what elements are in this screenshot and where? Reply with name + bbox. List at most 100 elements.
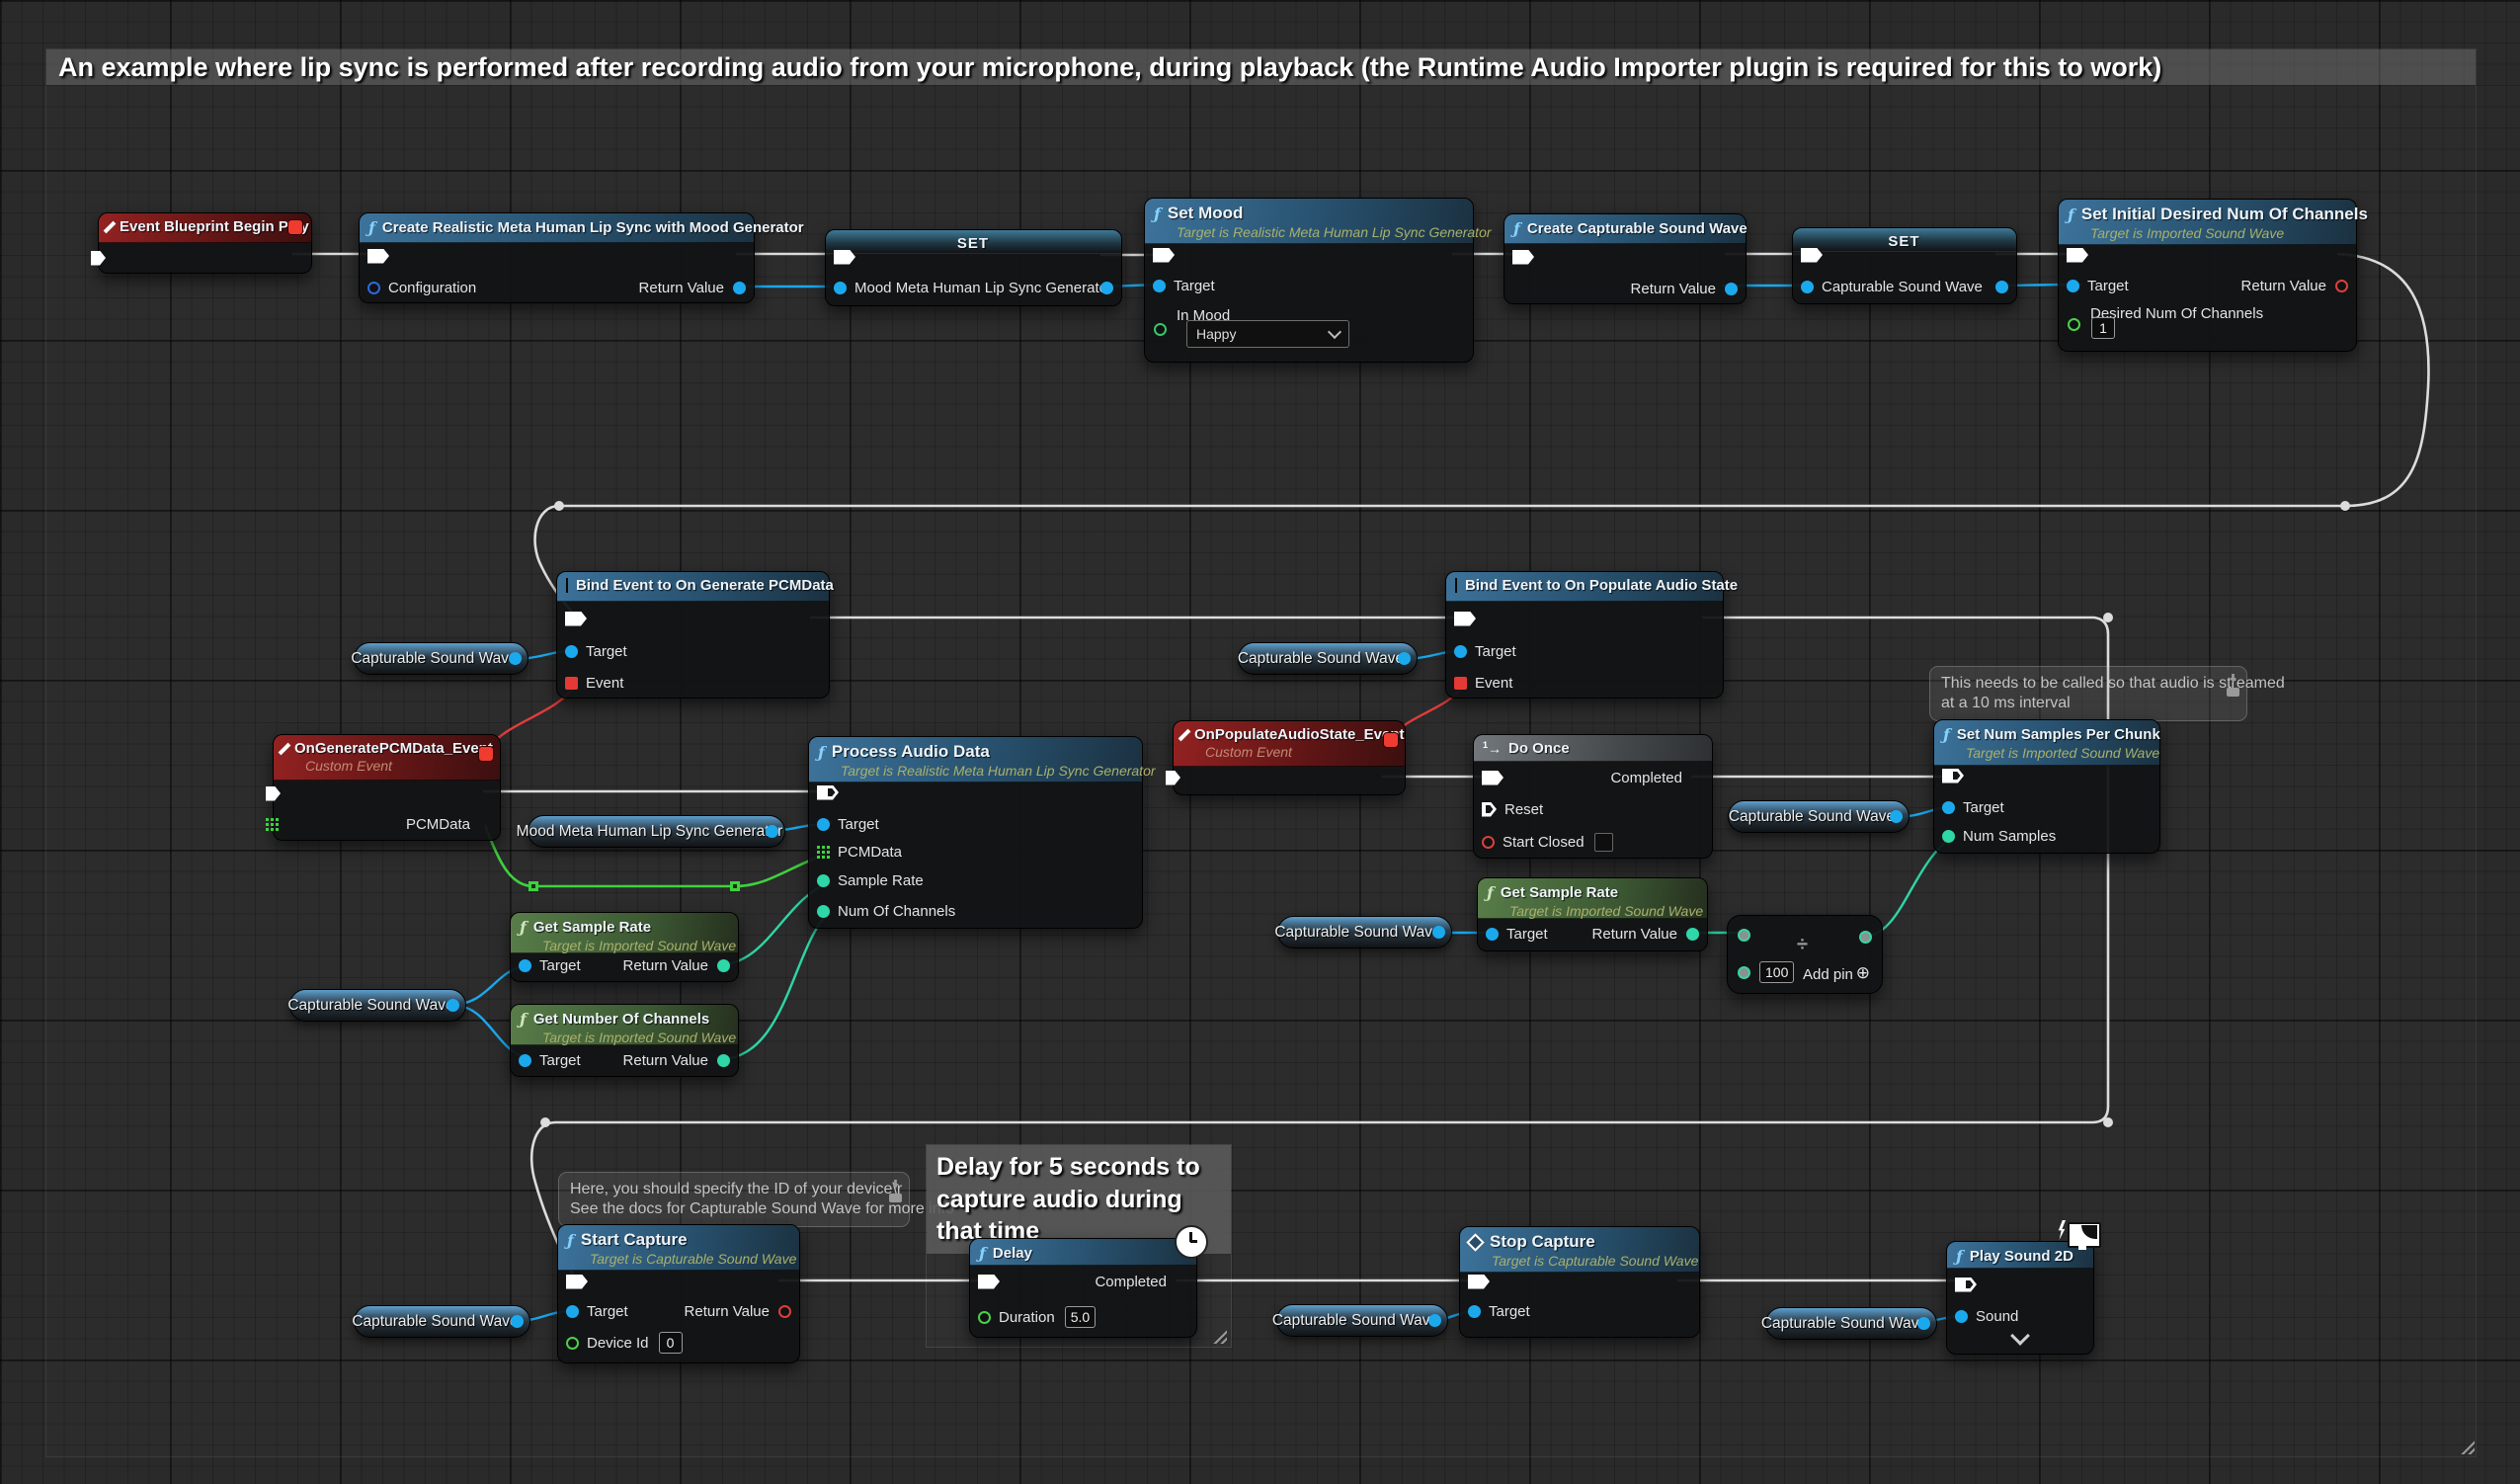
target-pin[interactable] — [1942, 801, 1955, 814]
node-set-mood-generator[interactable]: SET Mood Meta Human Lip Sync Generator — [825, 229, 1122, 306]
exec-out-pin[interactable] — [1808, 248, 1823, 263]
exec-out-pin[interactable] — [572, 612, 587, 626]
pill-capturable-sound-wave[interactable]: Capturable Sound Wave — [1765, 1307, 1937, 1340]
return-value-pin[interactable] — [717, 1054, 730, 1067]
exec-out-pin[interactable] — [824, 785, 839, 800]
exec-out-pin[interactable] — [1475, 1275, 1490, 1289]
exec-out-pin[interactable] — [266, 786, 281, 801]
speech-bubble-icon[interactable] — [889, 1194, 902, 1202]
pcmdata-array-pin[interactable] — [817, 846, 830, 859]
exec-out-pin[interactable] — [1166, 771, 1180, 785]
variable-out-pin[interactable] — [447, 999, 459, 1012]
return-value-pin[interactable] — [733, 282, 746, 294]
pill-capturable-sound-wave[interactable]: Capturable Sound Wave — [289, 989, 466, 1022]
pin-icon[interactable] — [2229, 674, 2237, 683]
exec-out-pin[interactable] — [1962, 1278, 1977, 1292]
pill-capturable-sound-wave[interactable]: Capturable Sound Wave — [1728, 800, 1910, 833]
variable-out-pin[interactable] — [1428, 1314, 1441, 1327]
pill-capturable-sound-wave[interactable]: Capturable Sound Wave — [354, 1305, 530, 1338]
pill-capturable-sound-wave[interactable]: Capturable Sound Wave — [354, 642, 528, 675]
node-do-once[interactable]: 1→ Do Once Completed Reset Start Closed — [1473, 734, 1713, 859]
exec-out-pin[interactable] — [1160, 248, 1175, 263]
num-samples-pin[interactable] — [1942, 830, 1955, 843]
node-set-capturable-sound-wave[interactable]: SET Capturable Sound Wave — [1792, 227, 2017, 304]
target-pin[interactable] — [817, 818, 830, 831]
reset-exec-pin[interactable] — [1482, 802, 1497, 817]
sample-rate-pin[interactable] — [817, 874, 830, 887]
target-pin[interactable] — [566, 1305, 579, 1318]
pill-capturable-sound-wave[interactable]: Capturable Sound Wave — [1277, 916, 1452, 948]
start-closed-checkbox[interactable] — [1594, 833, 1613, 852]
exec-out-pin[interactable] — [1461, 612, 1476, 626]
node-delay[interactable]: ƒ Delay Completed Duration 5.0 — [969, 1238, 1197, 1338]
node-set-initial-desired-num-channels[interactable]: ƒ Set Initial Desired Num Of Channels Ta… — [2058, 199, 2357, 352]
duration-pin[interactable] — [978, 1311, 991, 1324]
debug-square-icon[interactable] — [288, 220, 302, 234]
exec-out-pin[interactable] — [841, 250, 855, 265]
node-play-sound-2d[interactable]: ƒ Play Sound 2D Sound — [1946, 1241, 2094, 1355]
variable-in-pin[interactable] — [834, 282, 847, 294]
divide-input-a-pin[interactable] — [1738, 929, 1750, 942]
in-mood-enum-pin[interactable] — [1154, 323, 1167, 336]
variable-out-pin[interactable] — [1917, 1317, 1930, 1330]
return-value-pin[interactable] — [1686, 928, 1699, 941]
sound-pin[interactable] — [1955, 1310, 1968, 1323]
node-start-capture[interactable]: ƒ Start Capture Target is Capturable Sou… — [557, 1224, 800, 1363]
target-pin[interactable] — [1454, 645, 1467, 658]
event-delegate-pin[interactable] — [565, 677, 578, 690]
num-of-channels-pin[interactable] — [817, 905, 830, 918]
delegate-out-pin[interactable] — [1384, 733, 1398, 747]
add-pin-icon[interactable]: ⊕ — [1856, 963, 1870, 983]
return-value-pin[interactable] — [2335, 280, 2348, 292]
configuration-pin[interactable] — [367, 282, 380, 294]
device-id-pin[interactable] — [566, 1337, 579, 1350]
target-pin[interactable] — [1468, 1305, 1481, 1318]
pill-capturable-sound-wave[interactable]: Capturable Sound Wave — [1276, 1304, 1448, 1337]
node-bind-event-pcmdata[interactable]: Bind Event to On Generate PCMData Target… — [556, 571, 830, 699]
desired-channels-value[interactable]: 1 — [2091, 317, 2115, 339]
node-process-audio-data[interactable]: ƒ Process Audio Data Target is Realistic… — [808, 736, 1143, 929]
pin-icon[interactable] — [891, 1180, 900, 1189]
desired-channels-pin[interactable] — [2068, 318, 2080, 331]
exec-out-pin[interactable] — [374, 249, 389, 264]
comment-bubble-stream[interactable]: This needs to be called so that audio is… — [1929, 666, 2247, 721]
delegate-out-pin[interactable] — [479, 747, 493, 761]
variable-out-pin[interactable] — [1100, 282, 1113, 294]
variable-out-pin[interactable] — [509, 652, 522, 665]
target-pin[interactable] — [565, 645, 578, 658]
variable-out-pin[interactable] — [511, 1315, 524, 1328]
exec-out-pin[interactable] — [1949, 769, 1964, 783]
target-pin[interactable] — [2067, 280, 2079, 292]
return-value-pin[interactable] — [778, 1305, 791, 1318]
node-bind-event-audio-state[interactable]: Bind Event to On Populate Audio State Ta… — [1445, 571, 1724, 699]
speech-bubble-icon[interactable] — [2227, 688, 2239, 697]
variable-out-pin[interactable] — [1432, 926, 1445, 939]
node-stop-capture[interactable]: Stop Capture Target is Capturable Sound … — [1459, 1226, 1700, 1338]
target-pin[interactable] — [519, 1054, 531, 1067]
exec-out-pin[interactable] — [573, 1275, 588, 1289]
target-pin[interactable] — [519, 959, 531, 972]
exec-out-pin[interactable] — [2073, 248, 2088, 263]
divide-input-b-pin[interactable] — [1738, 966, 1750, 979]
node-event-begin-play[interactable]: Event Blueprint Begin Play — [98, 212, 312, 274]
node-set-mood[interactable]: ƒ Set Mood Target is Realistic Meta Huma… — [1144, 198, 1474, 363]
node-get-number-of-channels[interactable]: ƒ Get Number Of Channels Target is Impor… — [510, 1004, 739, 1077]
exec-out-pin[interactable] — [91, 251, 106, 266]
expand-pins-chevron-icon[interactable] — [2010, 1326, 2030, 1346]
divide-output-pin[interactable] — [1859, 931, 1872, 944]
node-get-sample-rate[interactable]: ƒ Get Sample Rate Target is Imported Sou… — [510, 912, 739, 982]
graph-comment-header[interactable]: An example where lip sync is performed a… — [46, 49, 2476, 85]
node-create-lipsync[interactable]: ƒ Create Realistic Meta Human Lip Sync w… — [359, 212, 755, 303]
pcmdata-array-pin[interactable] — [266, 818, 279, 831]
blueprint-canvas[interactable]: An example where lip sync is performed a… — [0, 0, 2520, 1484]
pill-mood-generator[interactable]: Mood Meta Human Lip Sync Generator — [528, 815, 785, 848]
node-on-generate-pcmdata-event[interactable]: OnGeneratePCMData_Event Custom Event PCM… — [273, 734, 501, 841]
variable-out-pin[interactable] — [766, 825, 778, 838]
start-closed-pin[interactable] — [1482, 836, 1495, 849]
return-value-pin[interactable] — [1725, 283, 1738, 295]
node-divide[interactable]: ÷ 100 Add pin ⊕ — [1727, 915, 1883, 994]
completed-exec-pin[interactable] — [985, 1275, 1000, 1289]
completed-exec-pin[interactable] — [1489, 771, 1504, 785]
variable-in-pin[interactable] — [1801, 281, 1814, 293]
variable-out-pin[interactable] — [1890, 810, 1903, 823]
